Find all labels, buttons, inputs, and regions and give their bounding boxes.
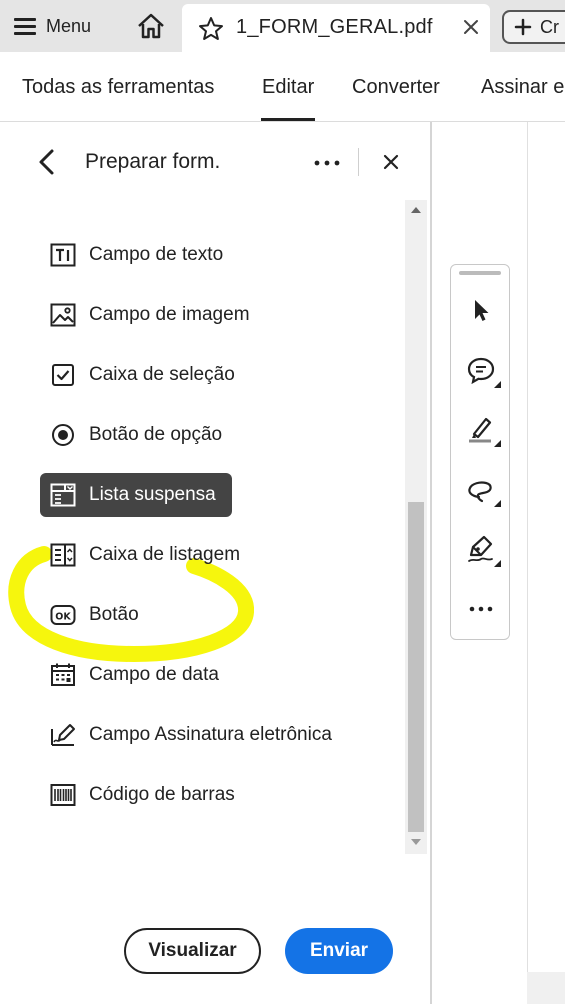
toolbar-drag-handle[interactable]	[459, 271, 501, 275]
browser-tab-bar: Menu 1_FORM_GERAL.pdf Cr	[0, 0, 565, 52]
field-item-label: Código de barras	[89, 784, 235, 805]
draw-lasso-icon	[468, 481, 492, 503]
tool-menu-convert[interactable]: Converter	[352, 76, 440, 99]
field-item-label: Caixa de seleção	[89, 364, 235, 385]
document-tab-title: 1_FORM_GERAL.pdf	[236, 16, 433, 38]
send-button[interactable]: Enviar	[285, 928, 393, 974]
submenu-indicator-icon	[494, 381, 501, 388]
submenu-indicator-icon	[494, 500, 501, 507]
panel-header: Preparar form.	[0, 122, 430, 202]
svg-text:OK: OK	[55, 612, 71, 623]
panel-divider	[430, 122, 432, 1004]
e-signature-icon	[51, 724, 75, 746]
header-separator	[358, 148, 359, 176]
home-icon	[138, 13, 164, 39]
text-field-icon	[50, 243, 76, 267]
list-box-icon	[50, 543, 76, 567]
menu-label: Menu	[46, 15, 92, 36]
field-item-label: Campo de texto	[89, 244, 224, 265]
preview-button[interactable]: Visualizar	[124, 928, 261, 974]
scroll-up-arrow-icon[interactable]	[410, 206, 422, 214]
panel-title: Preparar form.	[85, 150, 221, 173]
field-item-label: Campo Assinatura eletrônica	[89, 724, 332, 745]
create-button-label: Cr	[540, 16, 559, 37]
home-button[interactable]	[133, 10, 169, 42]
field-item-label: Lista suspensa	[89, 484, 216, 505]
canvas-bottom-area	[527, 972, 565, 1004]
menu-button[interactable]: Menu	[14, 10, 91, 42]
close-panel-icon[interactable]	[383, 154, 399, 170]
scrollbar-thumb[interactable]	[408, 502, 424, 832]
floating-quick-toolbar	[450, 264, 510, 640]
calendar-icon	[51, 663, 75, 686]
hamburger-icon	[14, 18, 36, 35]
select-tool-button[interactable]	[465, 295, 497, 327]
highlight-pen-icon	[469, 417, 492, 443]
tools-menu-bar: Todas as ferramentas Editar Converter As…	[0, 52, 565, 122]
checkbox-icon	[52, 364, 74, 386]
field-item-label: Campo de imagem	[89, 304, 250, 325]
tool-menu-sign[interactable]: Assinar e	[481, 76, 564, 99]
sign-tool-button[interactable]	[465, 533, 501, 567]
field-item-dropdown-list[interactable]: Lista suspensa	[40, 473, 232, 517]
document-page-edge	[527, 122, 528, 972]
plus-icon	[514, 18, 532, 36]
tool-menu-all-tools[interactable]: Todas as ferramentas	[22, 76, 214, 99]
comment-icon	[467, 357, 495, 385]
submenu-indicator-icon	[494, 440, 501, 447]
draw-tool-button[interactable]	[465, 473, 501, 507]
submenu-indicator-icon	[494, 560, 501, 567]
field-item-label: Caixa de listagem	[89, 544, 241, 565]
more-icon	[469, 606, 493, 612]
barcode-icon	[50, 784, 76, 806]
field-item-label: Botão de opção	[89, 424, 223, 445]
field-item-label: Botão	[89, 604, 139, 625]
highlight-tool-button[interactable]	[465, 413, 501, 447]
more-options-icon[interactable]	[314, 160, 340, 166]
select-pointer-icon	[475, 300, 489, 321]
scroll-down-arrow-icon[interactable]	[410, 838, 422, 846]
back-arrow-icon[interactable]	[36, 148, 58, 176]
prepare-form-panel: Preparar form. Campo de texto Campo de i…	[0, 122, 430, 1004]
panel-scrollbar[interactable]	[405, 200, 427, 854]
image-field-icon	[50, 303, 76, 327]
dropdown-list-icon	[50, 483, 76, 507]
create-button[interactable]: Cr	[502, 10, 565, 44]
document-tab[interactable]: 1_FORM_GERAL.pdf	[182, 4, 490, 52]
more-tools-button[interactable]	[465, 593, 497, 625]
comment-tool-button[interactable]	[465, 354, 501, 388]
sign-pen-icon	[468, 535, 493, 562]
close-icon[interactable]	[462, 18, 480, 36]
field-item-label: Campo de data	[89, 664, 219, 685]
ok-button-icon: OK	[50, 605, 76, 625]
star-icon[interactable]	[198, 16, 224, 42]
document-canvas[interactable]	[527, 122, 565, 972]
tool-menu-edit[interactable]: Editar	[260, 76, 316, 121]
radio-button-icon	[52, 424, 74, 446]
